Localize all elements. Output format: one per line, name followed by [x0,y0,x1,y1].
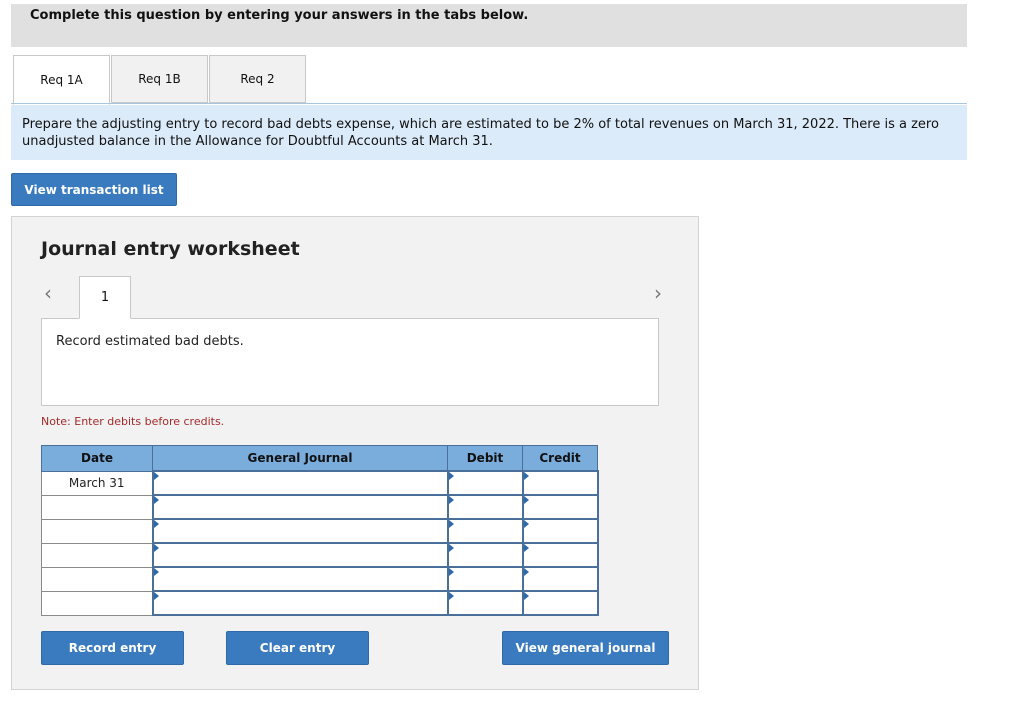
date-cell [41,542,153,568]
view-transaction-list-button[interactable]: View transaction list [11,173,177,206]
account-input[interactable] [151,494,449,520]
debit-input[interactable] [446,566,524,592]
date-cell [41,518,153,544]
account-input[interactable] [151,470,449,496]
debit-input[interactable] [446,542,524,568]
header-date: Date [41,445,153,472]
entry-description: Record estimated bad debts. [41,318,659,406]
tab-req-1b[interactable]: Req 1B [111,55,208,103]
date-cell [41,494,153,520]
worksheet-title: Journal entry worksheet [41,238,300,260]
clear-entry-button[interactable]: Clear entry [226,631,369,665]
debit-input[interactable] [446,518,524,544]
table-row [41,566,599,592]
chevron-left-icon[interactable]: ‹ [44,281,52,305]
entry-tab-1[interactable]: 1 [79,276,131,319]
date-cell: March 31 [41,470,153,496]
tab-req-2[interactable]: Req 2 [209,55,306,103]
table-row: March 31 [41,470,599,496]
header-debit: Debit [447,445,523,472]
tab-divider [11,103,967,104]
credit-input[interactable] [521,494,599,520]
header-credit: Credit [522,445,598,472]
table-row [41,494,599,520]
header-general-journal: General Journal [152,445,448,472]
debit-credit-note: Note: Enter debits before credits. [41,415,225,428]
credit-input[interactable] [521,518,599,544]
date-cell [41,590,153,616]
journal-entry-worksheet: Journal entry worksheet ‹ 1 › Record est… [11,216,699,690]
table-row [41,518,599,544]
chevron-right-icon[interactable]: › [654,281,662,305]
account-input[interactable] [151,590,449,616]
banner-text: Complete this question by entering your … [30,8,529,23]
date-cell [41,566,153,592]
tab-req-1a[interactable]: Req 1A [13,55,110,105]
debit-input[interactable] [446,590,524,616]
account-input[interactable] [151,566,449,592]
credit-input[interactable] [521,542,599,568]
journal-table: Date General Journal Debit Credit March … [41,445,599,616]
question-instructions: Prepare the adjusting entry to record ba… [11,105,967,160]
instruction-banner: Complete this question by entering your … [11,4,967,47]
credit-input[interactable] [521,470,599,496]
debit-input[interactable] [446,494,524,520]
account-input[interactable] [151,542,449,568]
debit-input[interactable] [446,470,524,496]
credit-input[interactable] [521,566,599,592]
view-general-journal-button[interactable]: View general journal [502,631,669,665]
credit-input[interactable] [521,590,599,616]
table-row [41,542,599,568]
record-entry-button[interactable]: Record entry [41,631,184,665]
account-input[interactable] [151,518,449,544]
table-row [41,590,599,616]
